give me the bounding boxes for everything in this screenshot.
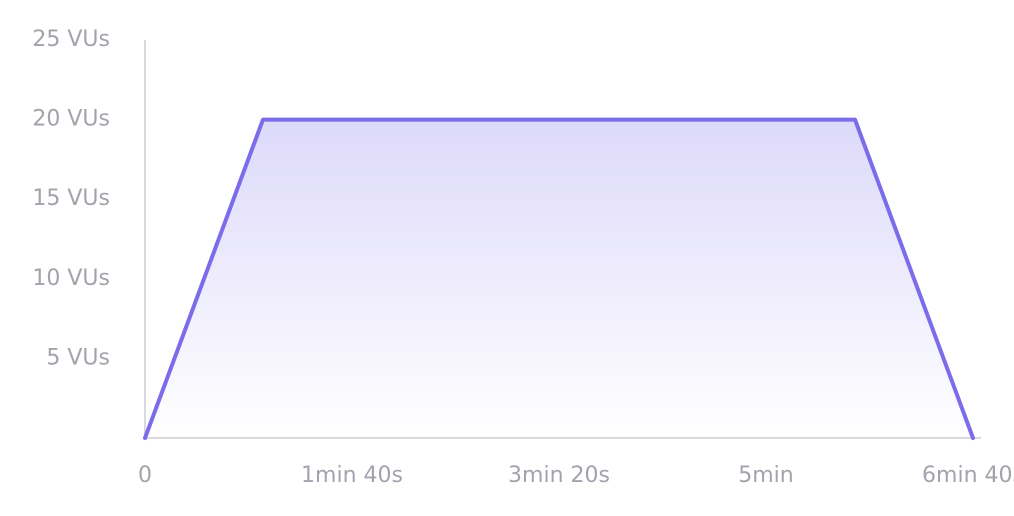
x-tick-label: 1min 40s [301, 463, 403, 488]
chart-canvas: 5 VUs 10 VUs 15 VUs 20 VUs 25 VUs 0 1min 40s 3m… [32, 27, 1014, 488]
y-tick-label: 15 VUs [32, 186, 110, 211]
series-area-fill [145, 119, 973, 438]
x-tick-label: 6min 40s [922, 463, 1014, 488]
vus-chart: 5 VUs 10 VUs 15 VUs 20 VUs 25 VUs 0 1min 40s 3m… [0, 0, 1014, 516]
x-tick-label: 5min [738, 463, 793, 488]
y-tick-label: 20 VUs [32, 107, 110, 132]
y-tick-label: 5 VUs [46, 345, 110, 370]
y-tick-label: 10 VUs [32, 266, 110, 291]
area-layer [145, 119, 973, 438]
x-tick-label: 3min 20s [508, 463, 610, 488]
x-tick-label: 0 [138, 463, 152, 488]
y-tick-label: 25 VUs [32, 27, 110, 52]
